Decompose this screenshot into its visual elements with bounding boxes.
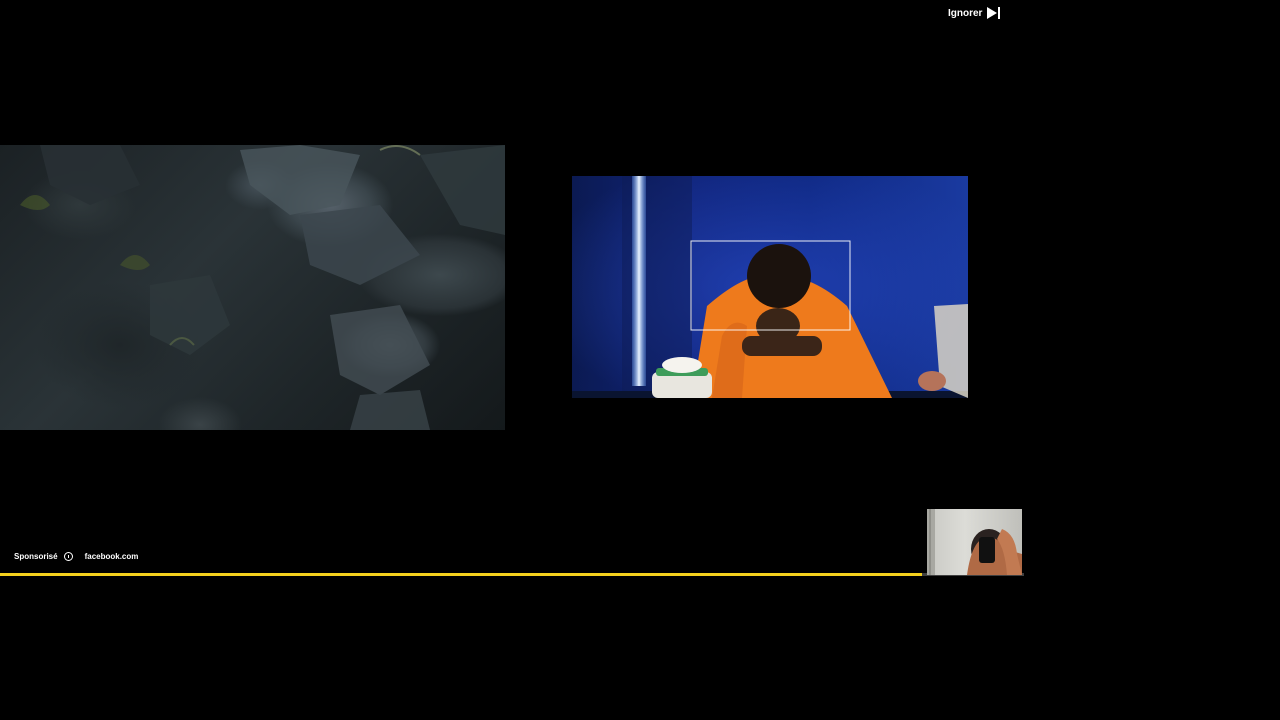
skip-next-icon	[987, 7, 1001, 19]
video-thumbnail[interactable]	[927, 509, 1022, 575]
ad-source-link[interactable]: facebook.com	[85, 552, 139, 561]
info-icon[interactable]	[63, 551, 73, 561]
ad-progress-bar	[0, 573, 1024, 576]
skip-ad-label: Ignorer	[948, 7, 983, 19]
ad-info-bar: Sponsorisé facebook.com	[14, 549, 138, 563]
ad-progress-fill	[0, 573, 922, 576]
sponsored-label: Sponsorisé	[14, 551, 58, 561]
skip-ad-button[interactable]: Ignorer	[944, 4, 1005, 22]
video-frame-studio	[572, 176, 968, 398]
rocks-illustration	[20, 145, 505, 430]
thumbnail-illustration	[927, 509, 1022, 575]
ad-player[interactable]: Ignorer Sponsorisé facebook.com	[0, 0, 1280, 720]
video-frame-rocks	[0, 145, 505, 430]
studio-illustration	[572, 176, 968, 398]
